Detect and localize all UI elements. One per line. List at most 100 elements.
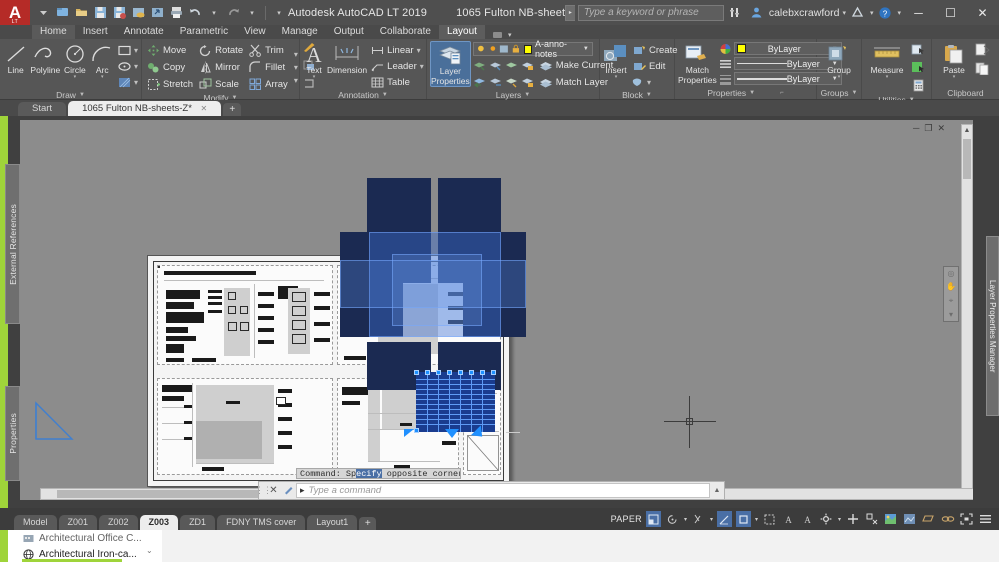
- help-icon[interactable]: ?: [876, 4, 894, 22]
- search-input[interactable]: Type a keyword or phrase: [577, 4, 724, 21]
- navbar-chevron-icon[interactable]: ▾: [949, 310, 953, 319]
- table-grip-bottom-arrow[interactable]: [445, 429, 459, 438]
- scroll-up-icon[interactable]: ▲: [962, 125, 972, 136]
- ortho-icon[interactable]: [716, 511, 732, 527]
- rotate-button[interactable]: Rotate: [197, 43, 245, 58]
- space-mode-toggle[interactable]: PAPER: [611, 514, 642, 524]
- web-save-icon[interactable]: [148, 4, 166, 22]
- calculator-button[interactable]: [911, 79, 926, 95]
- table-grip-top-right[interactable]: [491, 370, 496, 375]
- polyline-button[interactable]: Polyline: [30, 41, 60, 75]
- selection-cycling-icon[interactable]: [762, 511, 777, 527]
- hatch-button[interactable]: ▾: [118, 75, 138, 90]
- current-layer-dropdown[interactable]: A-anno-notes ▼: [472, 39, 593, 59]
- table-grip-left-arrow[interactable]: [404, 429, 414, 437]
- layout-tab-z002[interactable]: Z002: [99, 515, 138, 530]
- measure-button[interactable]: Measure ▾: [865, 41, 909, 80]
- ribbon-tab-parametric[interactable]: Parametric: [172, 25, 236, 39]
- layout-tab-model[interactable]: Model: [14, 515, 57, 530]
- search-submit-icon[interactable]: [727, 4, 745, 22]
- viewport-restore-icon[interactable]: ❐: [924, 124, 932, 133]
- move-button[interactable]: Move: [145, 43, 195, 58]
- sheet-set-icon[interactable]: [902, 511, 917, 527]
- ellipse-dropdown-icon[interactable]: ▾: [134, 62, 138, 71]
- ribbon-tab-manage[interactable]: Manage: [274, 25, 326, 39]
- command-history-icon[interactable]: ▲: [710, 487, 724, 494]
- new-file-icon[interactable]: [53, 4, 71, 22]
- dimension-button[interactable]: Dimension: [327, 41, 367, 75]
- block-dropdown-icon[interactable]: ▾: [647, 78, 651, 87]
- undo-icon[interactable]: [186, 4, 204, 22]
- layer-properties-button[interactable]: Layer Properties: [430, 41, 471, 87]
- table-grip-col-2[interactable]: [436, 370, 441, 375]
- command-input[interactable]: ▸ Type a command: [296, 483, 710, 498]
- layer-properties-manager-tab[interactable]: Layer Properties Manager: [986, 236, 999, 416]
- hardware-accel-icon[interactable]: [864, 511, 879, 527]
- open-file-icon[interactable]: [72, 4, 90, 22]
- ellipse-button[interactable]: ▾: [118, 59, 138, 74]
- qat-dropdown-icon[interactable]: [34, 4, 52, 22]
- insert-dropdown-icon[interactable]: ▾: [615, 75, 618, 80]
- save-as-icon[interactable]: [110, 4, 128, 22]
- cut-button[interactable]: [975, 43, 990, 59]
- circle-dropdown-icon[interactable]: ▾: [74, 75, 77, 80]
- viewport-lower-left[interactable]: [157, 378, 333, 475]
- ribbon-tab-home[interactable]: Home: [32, 25, 75, 39]
- save-icon[interactable]: [91, 4, 109, 22]
- table-grip-bottom-left[interactable]: [414, 428, 419, 433]
- group-dropdown-icon[interactable]: ▾: [838, 75, 841, 80]
- mirror-button[interactable]: Mirror: [197, 60, 245, 75]
- linear-dim-dropdown-icon[interactable]: ▾: [417, 46, 421, 55]
- undo-dropdown-icon[interactable]: ▾: [205, 4, 223, 22]
- match-properties-button[interactable]: Match Properties: [678, 41, 717, 85]
- polar-dropdown-icon[interactable]: ▾: [684, 516, 687, 523]
- panel-title-clipboard[interactable]: Clipboard: [935, 88, 996, 99]
- minimize-button[interactable]: ─: [904, 0, 933, 25]
- customization-menu-icon[interactable]: [978, 511, 993, 527]
- user-account-menu[interactable]: calebxcrawford ▾: [769, 7, 846, 19]
- ribbon-tab-insert[interactable]: Insert: [75, 25, 116, 39]
- isolate-objects-icon[interactable]: [845, 511, 860, 527]
- scale-button[interactable]: Scale: [197, 77, 245, 92]
- properties-dialog-launcher[interactable]: ⌐: [780, 88, 784, 99]
- copy-button[interactable]: Copy: [145, 60, 195, 75]
- autodesk-chevron-icon[interactable]: ▾: [870, 9, 874, 17]
- layout-tab-fdny-tms-cover[interactable]: FDNY TMS cover: [217, 515, 306, 530]
- command-line-bar[interactable]: ⋮⋮ ✕ ▸ Type a command ▲: [255, 481, 725, 500]
- group-button[interactable]: Group ▾: [820, 41, 858, 80]
- vertical-scrollbar[interactable]: ▲ ▼: [961, 124, 973, 500]
- viewport-minimize-icon[interactable]: ─: [913, 124, 919, 133]
- autodesk-app-icon[interactable]: [849, 4, 867, 22]
- create-block-button[interactable]: Create: [631, 43, 680, 58]
- array-dropdown-icon[interactable]: ▾: [294, 76, 298, 85]
- workspace-gear-icon[interactable]: [819, 511, 834, 527]
- text-button[interactable]: A Text ▾: [303, 41, 325, 80]
- maximize-button[interactable]: ☐: [936, 0, 965, 25]
- redo-dropdown-icon[interactable]: ▾: [243, 4, 261, 22]
- table-grip-col-3[interactable]: [447, 370, 452, 375]
- navigation-bar[interactable]: ◎ ✋ ⌖ ▾: [943, 266, 959, 322]
- fillet-button[interactable]: Fillet: [247, 60, 290, 75]
- trim-button[interactable]: Trim: [247, 43, 290, 58]
- zoom-extents-icon[interactable]: ⌖: [949, 296, 954, 306]
- search-expand-icon[interactable]: ▸: [564, 4, 575, 21]
- block-attributes-button[interactable]: ▾: [631, 75, 680, 90]
- osnap-dropdown-icon[interactable]: ▾: [710, 516, 713, 523]
- close-icon[interactable]: ✕: [201, 104, 208, 113]
- table-grip-col-6[interactable]: [480, 370, 485, 375]
- leader-dropdown-icon[interactable]: ▾: [420, 62, 424, 71]
- drawing-canvas[interactable]: ─ ❐ ✕ ◎ ✋ ⌖ ▾ ▲: [20, 120, 973, 500]
- viewport-upper-left[interactable]: [157, 265, 333, 365]
- command-line-drag-handle[interactable]: ⋮⋮: [255, 482, 272, 499]
- viewport-close-icon[interactable]: ✕: [937, 124, 945, 133]
- steering-wheel-icon[interactable]: ◎: [948, 269, 955, 278]
- chevron-down-icon[interactable]: ▼: [583, 46, 592, 52]
- application-menu-button[interactable]: A LT: [0, 0, 30, 25]
- insert-block-button[interactable]: Insert ▾: [603, 41, 629, 80]
- external-references-panel-tab[interactable]: External References: [5, 164, 20, 324]
- annotation-scale-icon[interactable]: A: [800, 511, 815, 527]
- new-file-tab-button[interactable]: +: [223, 103, 242, 116]
- array-button[interactable]: Array: [247, 77, 290, 92]
- osnap-icon[interactable]: [691, 511, 706, 527]
- fillet-dropdown-icon[interactable]: ▾: [294, 63, 298, 72]
